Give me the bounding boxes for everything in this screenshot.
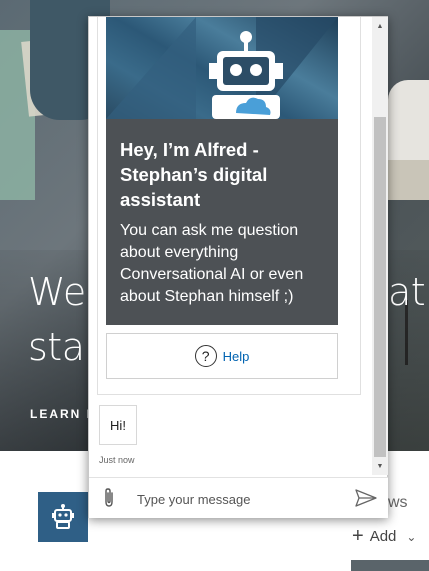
hero-photo-desk [385, 160, 429, 200]
bottom-image-strip [351, 560, 429, 571]
message-input-bar [89, 477, 388, 518]
help-button[interactable]: ? Help [106, 333, 338, 379]
chat-scrollbar[interactable]: ▲ ▼ [372, 17, 388, 475]
send-icon[interactable] [355, 489, 377, 507]
add-button-label: Add [369, 528, 397, 545]
welcome-card-text: You can ask me question about everything… [120, 222, 304, 305]
welcome-card-body: Hey, I’m Alfred - Stephan’s digital assi… [106, 119, 338, 325]
help-button-label: Help [222, 348, 250, 364]
robot-icon [52, 504, 74, 529]
robot-icon [209, 31, 283, 119]
hero-heading-line1-left: We [28, 270, 86, 314]
hero-photo-person-right [388, 80, 429, 160]
chat-transcript[interactable]: Hey, I’m Alfred - Stephan’s digital assi… [89, 17, 372, 475]
message-timestamp: Just now [99, 455, 135, 465]
scrollbar-thumb[interactable] [374, 117, 386, 457]
section-heading-fragment: ws [388, 494, 408, 511]
welcome-card-title: Hey, I’m Alfred - Stephan’s digital assi… [120, 139, 268, 210]
hero-heading-line1-right: at [388, 270, 426, 314]
help-circle-icon: ? [194, 345, 217, 367]
plus-icon: + [352, 525, 364, 547]
chat-window: Hey, I’m Alfred - Stephan’s digital assi… [88, 16, 388, 518]
welcome-card-image [106, 17, 338, 119]
add-button[interactable]: + Add ⌄ [352, 525, 416, 548]
chevron-down-icon: ⌄ [406, 529, 417, 544]
bot-launcher-avatar[interactable] [38, 492, 88, 542]
message-bubble: Hi! [99, 405, 137, 445]
message-input[interactable] [137, 488, 337, 510]
paperclip-icon[interactable] [99, 487, 119, 509]
scroll-up-arrow-icon[interactable]: ▲ [372, 19, 388, 33]
scroll-down-arrow-icon[interactable]: ▼ [372, 459, 388, 473]
